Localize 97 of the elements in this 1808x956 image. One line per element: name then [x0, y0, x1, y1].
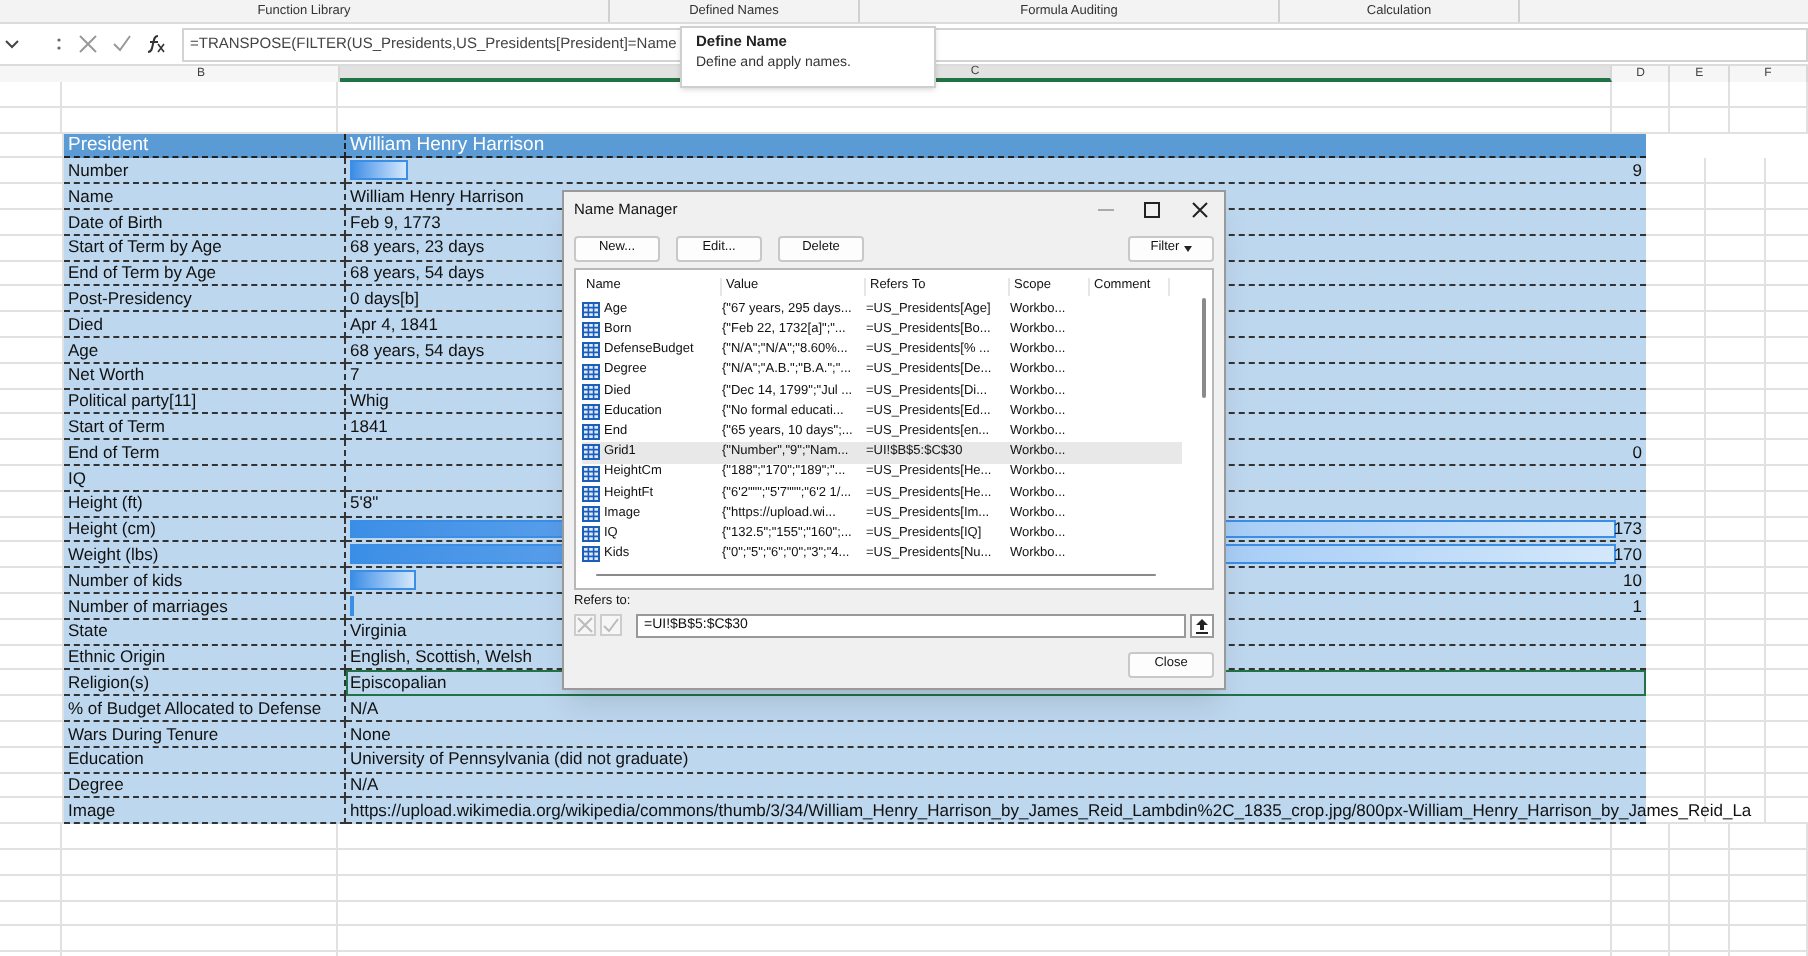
- vertical-scrollbar[interactable]: [1202, 298, 1206, 398]
- table-cell: Age: [64, 337, 346, 364]
- grid-cell: [1729, 107, 1808, 134]
- cell-text: Episcopalian: [350, 673, 447, 691]
- table-cell: Died: [64, 312, 346, 338]
- function-icon[interactable]: [146, 34, 166, 54]
- grid-cell: [1729, 926, 1808, 953]
- table-cell: Religion(s): [64, 670, 346, 697]
- cell-text: Virginia: [350, 622, 407, 640]
- grid-cell: [1670, 901, 1730, 927]
- table-cell: Start of Term: [64, 414, 346, 441]
- table-cell: Degree: [64, 773, 346, 799]
- table-icon: [582, 505, 600, 522]
- table-icon: [582, 302, 600, 319]
- grid-cell: [1670, 875, 1730, 901]
- grid-cell: [0, 824, 63, 850]
- collapse-icon[interactable]: [1190, 613, 1214, 637]
- cell-text: 68 years, 54 days: [350, 341, 485, 359]
- table-cell: Start of Term by Age: [64, 235, 346, 262]
- table-cell: Weight (lbs): [64, 542, 346, 569]
- table-cell: Date of Birth: [64, 209, 346, 236]
- caret-icon: [1183, 246, 1192, 252]
- table-icon: [582, 546, 600, 563]
- table-cell: Education: [64, 747, 346, 774]
- grid-cell: [1729, 849, 1808, 876]
- grid-cell: [1612, 875, 1671, 901]
- grid-cell: [1670, 926, 1730, 953]
- cell-text: Whig: [350, 392, 389, 410]
- table-cell: % of Budget Allocated to Defense: [64, 696, 346, 722]
- table-icon: [582, 322, 600, 339]
- table-icon: [582, 383, 600, 400]
- table-cell: Height (ft): [64, 491, 346, 518]
- cancel-icon[interactable]: [574, 614, 596, 636]
- table-cell: Image: [64, 798, 346, 825]
- cell-text: N/A: [350, 776, 379, 794]
- cell-text: William Henry Harrison: [350, 187, 524, 205]
- table-cell: End of Term by Age: [64, 261, 346, 287]
- cell-text: None: [350, 725, 391, 743]
- table-cell: Number of marriages: [64, 593, 346, 620]
- table-icon: [582, 444, 600, 461]
- table-header-cell: President: [64, 133, 346, 159]
- table-cell: Height (cm): [64, 517, 346, 543]
- cell-text: Feb 9, 1773: [350, 213, 441, 231]
- cell-value: 10: [1623, 571, 1642, 589]
- table-icon: [582, 404, 600, 421]
- grid-cell: [0, 849, 63, 876]
- grid-cell: [1612, 926, 1671, 953]
- table-cell: Number of kids: [64, 568, 346, 594]
- table-cell: IQ: [64, 465, 346, 492]
- grid-cell: [0, 107, 63, 134]
- table-icon: [582, 485, 600, 502]
- cell-value: 9: [1632, 162, 1642, 180]
- cell-text: 0 days[b]: [350, 290, 419, 308]
- grid-cell: [1729, 901, 1808, 927]
- table-cell: State: [64, 619, 346, 646]
- cell-text: 5'8": [350, 494, 379, 512]
- grid-cell: [1612, 849, 1671, 876]
- cell-text: 7: [350, 366, 360, 384]
- grid-cell: [0, 926, 63, 953]
- cell-text: University of Pennsylvania (did not graduate): [350, 750, 689, 768]
- table-cell: Wars During Tenure: [64, 721, 346, 748]
- grid-cell: [1670, 107, 1730, 134]
- cell-text: https://upload.wikimedia.org/wikipedia/commons/thumb/3/34/William_Henry_Harrison_by_James_Reid_Lambdin%2C_1835_crop.jpg/800px-William_Henry_Harrison_by_James_Reid_La: [350, 801, 1752, 819]
- table-cell: Net Worth: [64, 363, 346, 390]
- dropdown-caret-icon[interactable]: [4, 38, 20, 50]
- table-cell: Name: [64, 184, 346, 210]
- grid-cell: [0, 82, 63, 108]
- maximize-icon[interactable]: [1144, 202, 1160, 218]
- grid-cell: [1612, 901, 1671, 927]
- cell-text: N/A: [350, 699, 379, 717]
- cell-text: Apr 4, 1841: [350, 315, 438, 333]
- grid-cell: [0, 875, 63, 901]
- grid-cell: [1670, 849, 1730, 876]
- grid-cell: [0, 901, 63, 927]
- table-cell: End of Term: [64, 440, 346, 466]
- checkmark-icon[interactable]: [600, 614, 622, 636]
- table-cell: Post-Presidency: [64, 286, 346, 313]
- table-header-cell: William Henry Harrison: [346, 133, 1646, 159]
- cell-text: 68 years, 54 days: [350, 264, 485, 282]
- table-cell: Number: [64, 158, 346, 185]
- table-icon: [582, 342, 600, 359]
- cell-text: 68 years, 23 days: [350, 238, 485, 256]
- more-icon[interactable]: [56, 36, 62, 52]
- table-icon: [582, 424, 600, 441]
- cell-value: 1: [1632, 597, 1642, 615]
- grid-cell: [1729, 875, 1808, 901]
- table-cell: Political party[11]: [64, 389, 346, 415]
- cell-text: 1841: [350, 418, 388, 435]
- cell-text: English, Scottish, Welsh: [350, 648, 533, 666]
- table-icon: [582, 465, 600, 482]
- cancel-icon[interactable]: [78, 34, 98, 54]
- checkmark-icon[interactable]: [112, 34, 132, 54]
- table-icon: [582, 526, 600, 543]
- horizontal-scrollbar[interactable]: [596, 573, 1156, 576]
- table-icon: [582, 363, 600, 380]
- table-cell: Ethnic Origin: [64, 645, 346, 671]
- close-icon[interactable]: [1192, 202, 1208, 218]
